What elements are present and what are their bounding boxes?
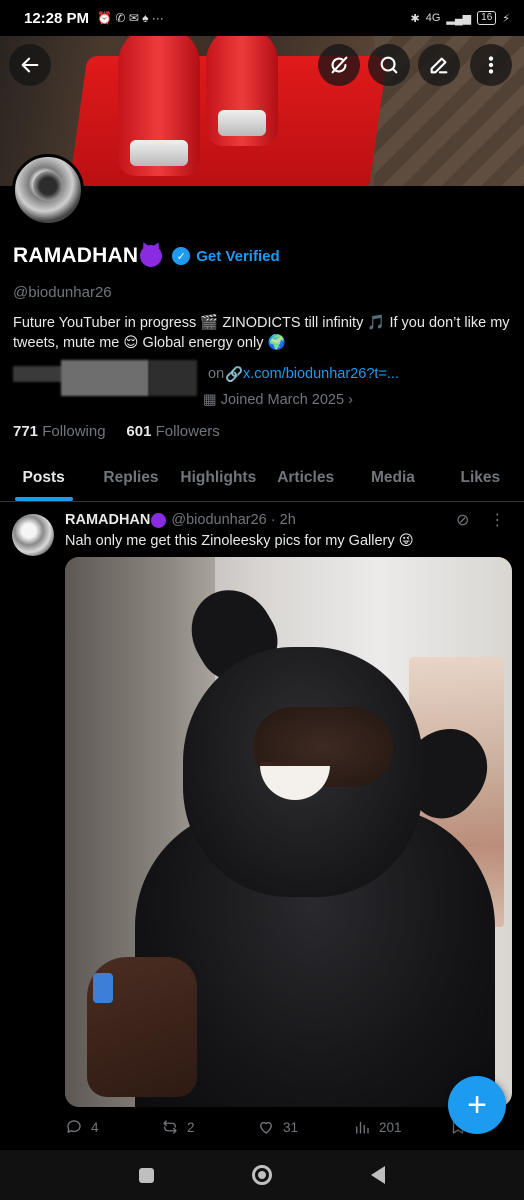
banner-lighter [206,36,278,146]
plus-icon: + [467,1086,487,1124]
tab-likes[interactable]: Likes [437,456,524,501]
tweet-author-name[interactable]: RAMADHAN [65,512,150,528]
tweet-top-icons: ⊘ ⋮ [456,510,505,530]
more-vertical-icon[interactable]: ⋮ [489,510,505,530]
devil-emoji-icon [140,245,163,267]
chevron-right-icon[interactable]: › [348,392,353,408]
profile-name: RAMADHAN [13,244,139,267]
grok-button[interactable] [318,44,360,86]
edit-icon [430,57,448,74]
views-icon [356,1121,369,1134]
tab-replies[interactable]: Replies [87,456,174,501]
tweet-header: RAMADHAN @biodunhar26 · 2h [65,512,296,528]
reply-icon [67,1120,81,1133]
battery-icon: 16 [477,11,497,25]
recents-icon[interactable] [139,1167,155,1183]
tab-posts[interactable]: Posts [0,456,87,501]
joined-date-text: Joined March 2025 [220,392,345,408]
tab-media[interactable]: Media [349,456,436,501]
photo-lighter [93,973,113,1003]
views-count: 201 [379,1119,402,1135]
tweet-text: Nah only me get this Zinoleesky pics for… [65,533,414,549]
following-link[interactable]: 771 Following [13,423,106,440]
like-count: 31 [283,1119,299,1135]
like-button[interactable]: 31 [257,1118,353,1136]
profile-tabs: Posts Replies Highlights Articles Media … [0,456,524,502]
back-triangle-icon[interactable] [370,1166,385,1184]
followers-link[interactable]: 601 Followers [126,423,219,440]
following-count: 771 [13,423,39,440]
verified-badge-icon[interactable]: ✓ [172,247,191,265]
meta-on-text: on [208,366,225,382]
joined-date: ▦ Joined March 2025 › [203,392,353,408]
tweet-actions: 4 2 31 201 [65,1118,515,1136]
grok-icon [331,56,348,74]
retweet-count: 2 [187,1119,195,1135]
search-icon [380,56,398,74]
follow-counts: 771 Following 601 Followers [13,423,220,440]
status-right: ✱ 4G ▂▄▆ 16 ⚡ [411,11,510,25]
status-notification-icons: ⏰ ✆ ✉ ♠ ··· [97,11,164,25]
following-label: Following [42,423,106,440]
profile-handle: @biodunhar26 [13,284,112,301]
redacted-block [61,360,149,396]
tab-articles[interactable]: Articles [262,456,349,501]
profile-website-link[interactable]: x.com/biodunhar26?t=... [243,366,399,382]
search-button[interactable] [368,44,410,86]
profile-bio: Future YouTuber in progress 🎬 ZINODICTS … [13,315,510,351]
tweet-avatar[interactable] [12,514,54,556]
link-icon: 🔗 [225,367,244,383]
profile-avatar[interactable] [12,154,84,226]
charging-icon: ⚡ [502,12,510,25]
tweet-handle-time: @biodunhar26 · 2h [171,512,296,528]
views-button[interactable]: 201 [353,1118,449,1136]
redacted-block [149,360,197,396]
banner-lighter [118,36,200,176]
tweet-photo[interactable] [65,557,512,1107]
signal-icon: ▂▄▆ [446,12,472,25]
calendar-icon: ▦ [203,392,221,408]
reply-count: 4 [91,1119,99,1135]
system-nav-bar [0,1150,524,1200]
bluetooth-icon: ✱ [410,12,420,25]
heart-icon [260,1121,272,1134]
profile-name-row: RAMADHAN ✓ Get Verified [13,244,280,268]
compose-fab-button[interactable]: + [448,1076,506,1134]
home-icon[interactable] [252,1165,273,1185]
network-label: 4G [425,12,441,24]
retweet-button[interactable]: 2 [161,1118,257,1136]
retweet-icon [163,1120,177,1134]
tab-highlights[interactable]: Highlights [175,456,262,501]
back-button[interactable] [9,44,51,86]
arrow-left-icon [21,57,39,73]
profile-meta: on 🔗 x.com/biodunhar26?t=... ▦ Joined Ma… [13,360,513,412]
status-bar: 12:28 PM ⏰ ✆ ✉ ♠ ··· ✱ 4G ▂▄▆ 16 ⚡ [0,0,524,36]
status-time: 12:28 PM [24,9,90,27]
edit-profile-button[interactable] [418,44,460,86]
followers-count: 601 [126,423,152,440]
followers-label: Followers [155,423,220,440]
reply-button[interactable]: 4 [65,1118,161,1136]
grok-icon[interactable]: ⊘ [456,510,469,530]
devil-emoji-icon [151,512,167,528]
more-options-button[interactable] [470,44,512,86]
more-vertical-icon [488,56,494,74]
get-verified-link[interactable]: Get Verified [196,248,279,265]
